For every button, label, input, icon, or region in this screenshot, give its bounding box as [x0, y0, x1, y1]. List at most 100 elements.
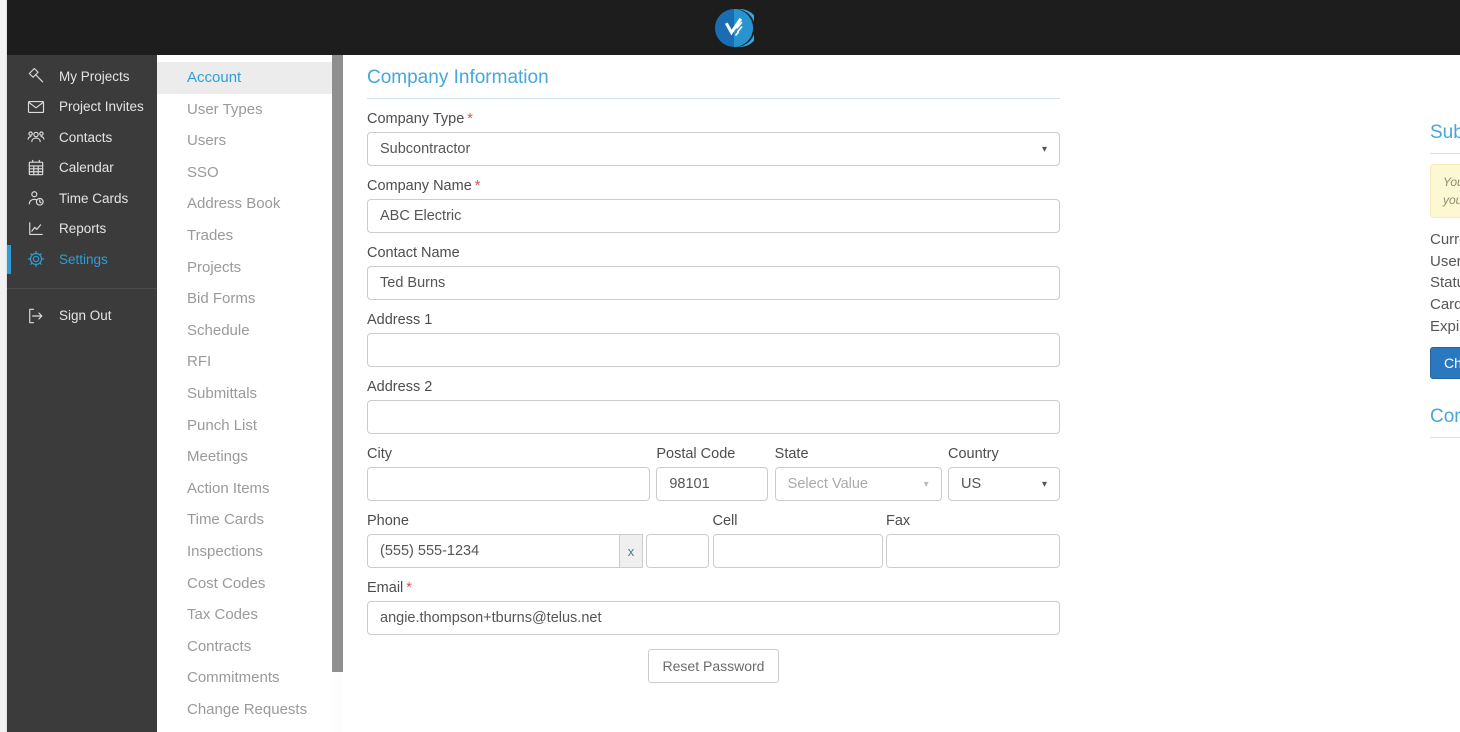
line-chart-icon [26, 219, 46, 239]
company-information-title: Company Information [367, 67, 1060, 99]
settings-menu-item-user-types[interactable]: User Types [157, 94, 332, 126]
sidebar-item-contacts[interactable]: Contacts [7, 122, 157, 153]
settings-menu-item-tax-codes[interactable]: Tax Codes [157, 599, 332, 631]
sidebar-item-my-projects[interactable]: My Projects [7, 61, 157, 92]
fax-input[interactable] [886, 534, 1060, 568]
settings-menu-item-time-cards[interactable]: Time Cards [157, 504, 332, 536]
subscription-details: Current Plan:Enterprise (Free Trial) Use… [1430, 229, 1460, 338]
fax-label: Fax [886, 513, 911, 529]
cell-group: Cell [712, 513, 883, 568]
status-row: Status:Active [1430, 272, 1460, 294]
subscription-title: Subscription [1430, 122, 1460, 154]
sidebar-item-sign-out[interactable]: Sign Out [7, 301, 157, 332]
hammer-icon [26, 66, 46, 86]
settings-menu-scrollbar-track [332, 55, 343, 732]
settings-page: My Projects Project Invites Contacts Cal… [0, 0, 1460, 732]
cell-label: Cell [712, 513, 738, 529]
settings-menu-item-inspections[interactable]: Inspections [157, 536, 332, 568]
settings-menu-item-cost-codes[interactable]: Cost Codes [157, 568, 332, 600]
company-type-label: Company Type * [367, 111, 473, 127]
phone-extension-input[interactable] [646, 534, 709, 568]
city-input[interactable] [367, 467, 650, 501]
company-type-group: Company Type * Subcontractor ▾ [367, 111, 1060, 166]
settings-menu-item-trades[interactable]: Trades [157, 220, 332, 252]
state-select[interactable]: Select Value ▾ [774, 467, 942, 501]
settings-menu-item-meetings[interactable]: Meetings [157, 441, 332, 473]
settings-menu-item-rfi[interactable]: RFI [157, 346, 332, 378]
page-edge-strip [0, 0, 7, 732]
settings-menu-item-commitments[interactable]: Commitments [157, 662, 332, 694]
sidebar-item-project-invites[interactable]: Project Invites [7, 92, 157, 123]
address2-group: Address 2 [367, 379, 1060, 434]
city-row: City Postal Code State Select Value ▾ Co… [367, 446, 1060, 501]
sidebar-item-label: Time Cards [59, 190, 129, 206]
sidebar-item-reports[interactable]: Reports [7, 214, 157, 245]
email-group: Email * [367, 580, 1060, 635]
settings-menu-item-schedule[interactable]: Schedule [157, 315, 332, 347]
sidebar-item-calendar[interactable]: Calendar [7, 153, 157, 184]
cell-input[interactable] [712, 534, 883, 568]
address2-label: Address 2 [367, 379, 433, 395]
phone-input[interactable] [367, 534, 620, 568]
contact-name-input[interactable] [367, 266, 1060, 300]
settings-menu-item-contracts[interactable]: Contracts [157, 631, 332, 663]
settings-menu-item-change-requests[interactable]: Change Requests [157, 694, 332, 726]
company-name-input[interactable] [367, 199, 1060, 233]
change-plan-button[interactable]: Change Plan [1430, 346, 1460, 379]
address2-input[interactable] [367, 400, 1060, 434]
settings-menu-item-sso[interactable]: SSO [157, 157, 332, 189]
address1-input[interactable] [367, 333, 1060, 367]
main-content: Company Information Company Type * Subcon… [343, 55, 1460, 732]
expires-on-label: Expires On : [1430, 317, 1460, 335]
sidebar-item-label: Contacts [59, 129, 113, 145]
settings-menu-item-action-items[interactable]: Action Items [157, 473, 332, 505]
settings-menu-item-account[interactable]: Account [157, 62, 332, 94]
settings-menu-item-projects[interactable]: Projects [157, 252, 332, 284]
postal-code-label: Postal Code [656, 446, 736, 462]
calendar-icon [26, 158, 46, 178]
subscription-warning: Your subscription will downgrade to Free… [1430, 164, 1460, 218]
settings-menu-item-punch-list[interactable]: Punch List [157, 410, 332, 442]
company-logo-title: Company Logo [1430, 405, 1460, 427]
sidebar-item-time-cards[interactable]: Time Cards [7, 183, 157, 214]
subscription-panel: Subscription Your subscription will down… [1430, 122, 1460, 528]
required-asterisk: * [474, 178, 481, 194]
user-seats-label: User Seats: [1430, 252, 1460, 270]
company-information-section: Company Information Company Type * Subcon… [367, 67, 1060, 683]
country-label: Country [947, 446, 999, 462]
card-label: Card: [1430, 296, 1460, 314]
city-group: City [367, 446, 650, 501]
settings-menu-scrollbar[interactable] [332, 55, 343, 672]
settings-menu-item-bid-forms[interactable]: Bid Forms [157, 283, 332, 315]
required-asterisk: * [467, 111, 473, 127]
form-actions: Reset Password [367, 649, 1060, 683]
phone-label: Phone [367, 513, 409, 529]
email-input[interactable] [367, 601, 1060, 635]
state-label: State [774, 446, 809, 462]
chevron-down-icon: ▾ [1041, 143, 1047, 155]
settings-menu-item-submittals[interactable]: Submittals [157, 378, 332, 410]
settings-menu-item-address-book[interactable]: Address Book [157, 188, 332, 220]
esub-logo-icon[interactable] [714, 8, 754, 48]
country-group: Country US ▾ [947, 446, 1060, 501]
main-sidebar: My Projects Project Invites Contacts Cal… [7, 55, 157, 732]
card-row: Card:Add Payment Method [1430, 294, 1460, 316]
sidebar-item-label: Reports [59, 221, 107, 237]
company-logo-image: COMPANY LOGO [1430, 456, 1460, 528]
postal-code-input[interactable] [656, 467, 769, 501]
settings-menu-item-users[interactable]: Users [157, 125, 332, 157]
reset-password-button[interactable]: Reset Password [647, 649, 780, 683]
current-plan-row: Current Plan:Enterprise (Free Trial) [1430, 229, 1460, 251]
envelope-icon [26, 97, 46, 117]
company-type-value: Subcontractor [380, 141, 471, 157]
company-type-select[interactable]: Subcontractor ▾ [367, 132, 1060, 166]
company-name-group: Company Name * [367, 178, 1060, 233]
city-label: City [367, 446, 392, 462]
gear-icon [26, 249, 46, 269]
country-select[interactable]: US ▾ [947, 467, 1060, 501]
state-placeholder: Select Value [787, 476, 868, 492]
status-label: Status: [1430, 274, 1460, 292]
sidebar-item-settings[interactable]: Settings [7, 244, 157, 275]
settings-submenu: Account User Types Users SSO Address Boo… [157, 55, 332, 732]
sidebar-item-label: Calendar [59, 160, 114, 176]
